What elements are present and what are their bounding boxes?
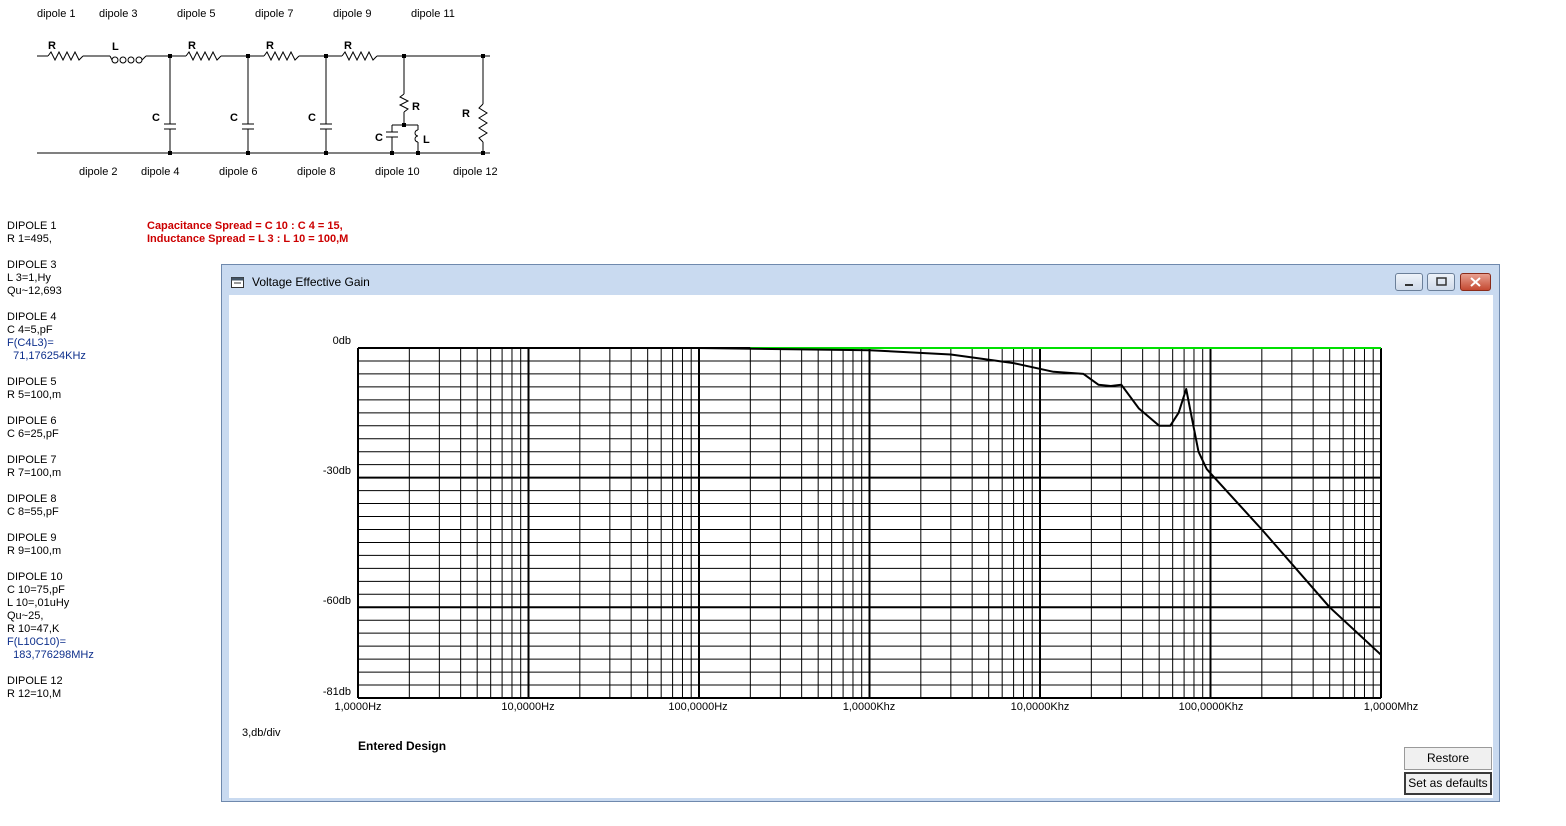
dipole-param-group: DIPOLE 12 R 12=10,M <box>7 675 147 701</box>
dipole-param-heading: DIPOLE 12 <box>7 675 63 687</box>
dipole-param-group: DIPOLE 10 C 10=75,pF L 10=,01uHy Qu~25, R 10… <box>7 571 147 662</box>
dipole-param-value: R 10=47,K <box>7 623 60 635</box>
dipole-param-value: Qu~25, <box>7 610 44 622</box>
dipole-param-group: DIPOLE 3L 3=1,Hy Qu~12,693 <box>7 259 147 298</box>
inductor-label: L <box>423 134 430 146</box>
maximize-button[interactable] <box>1427 273 1455 291</box>
dipole-7-label: dipole 7 <box>255 8 294 20</box>
capacitance-spread: Capacitance Spread = C 10 : C 4 = 15, <box>147 220 343 232</box>
window-titlebar[interactable]: Voltage Effective Gain <box>222 265 1499 295</box>
capacitor-label: C <box>230 112 238 124</box>
dipole-param-value: 183,776298MHz <box>7 649 94 661</box>
dipole-param-group: DIPOLE 7R 7=100,m <box>7 454 147 480</box>
dipole-param-group: DIPOLE 5R 5=100,m <box>7 376 147 402</box>
dipole-8-label: dipole 8 <box>297 166 336 178</box>
resistor-label: R <box>188 40 196 52</box>
dipole-10-label: dipole 10 <box>375 166 420 178</box>
dipole-param-value: L 10=,01uHy <box>7 597 70 609</box>
dipole-param-value: F(C4L3)= <box>7 337 54 349</box>
dipole-3-label: dipole 3 <box>99 8 138 20</box>
dipole-param-value: R 1=495, <box>7 233 52 245</box>
dipole-param-value: C 8=55,pF <box>7 506 59 518</box>
dipole-param-value: C 4=5,pF <box>7 324 53 336</box>
dipole-param-heading: DIPOLE 4 <box>7 311 57 323</box>
resistor-label: R <box>462 108 470 120</box>
resistor-label: R <box>412 101 420 113</box>
x-tick-label: 100,0000Hz <box>668 701 728 713</box>
inductance-spread: Inductance Spread = L 3 : L 10 = 100,M <box>147 233 349 245</box>
capacitor-label: C <box>152 112 160 124</box>
spread-info: Capacitance Spread = C 10 : C 4 = 15, In… <box>147 220 348 246</box>
dipole-param-value: C 6=25,pF <box>7 428 59 440</box>
gain-window: Voltage Effective Gain 0db -30db -60db -… <box>221 264 1500 802</box>
dipole-param-value: F(L10C10)= <box>7 636 67 648</box>
dipole-1-label: dipole 1 <box>37 8 76 20</box>
capacitor-label: C <box>375 132 383 144</box>
restore-defaults-button[interactable]: Restore defaults <box>1404 747 1492 786</box>
gain-chart <box>357 347 1382 699</box>
dipole-param-value: R 7=100,m <box>7 467 62 479</box>
dipole-param-value: R 5=100,m <box>7 389 62 401</box>
dipole-param-heading: DIPOLE 1 <box>7 220 57 232</box>
y-tick-label: -60db <box>322 595 351 607</box>
circuit-schematic: R L R R R C C C R C L R <box>37 40 490 155</box>
dipole-param-value: Qu~12,693 <box>7 285 62 297</box>
dipole-12-label: dipole 12 <box>453 166 498 178</box>
dipole-param-heading: DIPOLE 10 <box>7 571 63 583</box>
resistor-label: R <box>344 40 352 52</box>
chart-area: 0db -30db -60db -81db 1,0000Hz 10,0000Hz… <box>229 295 1493 798</box>
scale-label: 3,db/div <box>242 727 281 739</box>
maximize-icon <box>1436 277 1447 286</box>
dipole-6-label: dipole 6 <box>219 166 258 178</box>
dipole-param-heading: DIPOLE 7 <box>7 454 57 466</box>
y-tick-label: -81db <box>322 686 351 698</box>
app-icon[interactable] <box>231 277 244 288</box>
design-label: Entered Design <box>358 739 447 753</box>
capacitor-label: C <box>308 112 316 124</box>
dipole-param-value: L 3=1,Hy <box>7 272 51 284</box>
minimize-icon <box>1405 284 1413 286</box>
dipole-2-label: dipole 2 <box>79 166 118 178</box>
x-tick-label: 10,0000Khz <box>1010 701 1070 713</box>
dipole-param-value: R 12=10,M <box>7 688 62 700</box>
y-tick-label: 0db <box>332 335 351 347</box>
dipole-parameter-list: DIPOLE 1R 1=495, DIPOLE 3L 3=1,Hy Qu~12,69… <box>7 220 147 714</box>
dipole-param-value: 71,176254KHz <box>7 350 86 362</box>
close-button[interactable] <box>1460 273 1491 291</box>
x-tick-label: 10,0000Hz <box>501 701 555 713</box>
dipole-param-heading: DIPOLE 6 <box>7 415 57 427</box>
dipole-param-group: DIPOLE 1R 1=495, <box>7 220 147 246</box>
x-tick-label: 100,0000Khz <box>1178 701 1244 713</box>
dipole-param-group: DIPOLE 8C 8=55,pF <box>7 493 147 519</box>
dipole-4-label: dipole 4 <box>141 166 180 178</box>
dipole-param-value: C 10=75,pF <box>7 584 65 596</box>
dipole-param-heading: DIPOLE 3 <box>7 259 57 271</box>
set-as-defaults-button[interactable]: Set as defaults <box>1404 772 1492 795</box>
dipole-param-value: R 9=100,m <box>7 545 62 557</box>
resistor-label: R <box>266 40 274 52</box>
y-tick-label: -30db <box>322 465 351 477</box>
dipole-5-label: dipole 5 <box>177 8 216 20</box>
dipole-param-group: DIPOLE 9R 9=100,m <box>7 532 147 558</box>
resistor-label: R <box>48 40 56 52</box>
inductor-label: L <box>112 41 119 53</box>
dipole-param-group: DIPOLE 6C 6=25,pF <box>7 415 147 441</box>
dipole-param-heading: DIPOLE 8 <box>7 493 57 505</box>
dipole-param-heading: DIPOLE 5 <box>7 376 57 388</box>
minimize-button[interactable] <box>1395 273 1423 291</box>
window-title: Voltage Effective Gain <box>252 275 370 289</box>
dipole-9-label: dipole 9 <box>333 8 372 20</box>
x-tick-label: 1,0000Khz <box>842 701 896 713</box>
x-tick-label: 1,0000Hz <box>334 701 382 713</box>
dipole-param-heading: DIPOLE 9 <box>7 532 57 544</box>
close-icon <box>1470 277 1481 287</box>
x-tick-label: 1,0000Mhz <box>1363 701 1419 713</box>
dipole-11-label: dipole 11 <box>411 8 455 20</box>
dipole-param-group: DIPOLE 4C 4=5,pF F(C4L3)= 71,176254KHz <box>7 311 147 363</box>
